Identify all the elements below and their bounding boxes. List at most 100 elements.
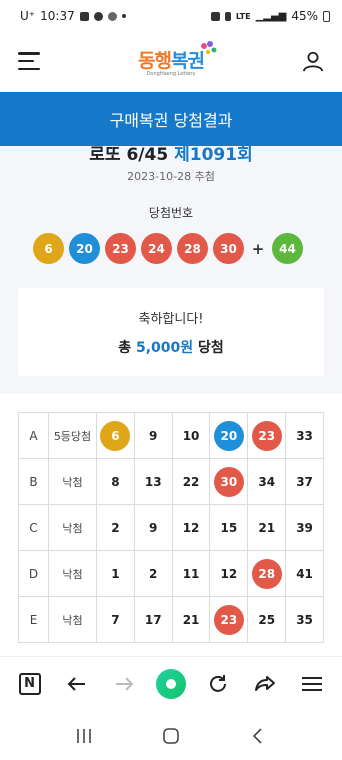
draw-date: 2023-10-28 추첨 bbox=[127, 170, 215, 183]
ticket-number-cell: 12 bbox=[209, 550, 249, 597]
ticket-number: 39 bbox=[296, 520, 313, 535]
ticket-number-cell: 9 bbox=[133, 504, 173, 551]
matched-number: 6 bbox=[100, 420, 131, 451]
ticket-number-cell: 10 bbox=[171, 412, 211, 459]
ticket-number: 2 bbox=[111, 520, 120, 535]
ticket-number: 13 bbox=[144, 474, 162, 489]
ticket-number-cell: 21 bbox=[171, 596, 211, 643]
forward-button[interactable] bbox=[109, 669, 139, 699]
alarm-icon bbox=[210, 11, 220, 21]
ticket-number: 22 bbox=[182, 474, 200, 489]
signal-icon: ▁▂▄▆ bbox=[255, 10, 287, 22]
back-button[interactable] bbox=[62, 669, 92, 699]
battery-icon bbox=[323, 10, 330, 22]
share-icon bbox=[255, 675, 276, 691]
ticket-number-cell: 2 bbox=[96, 504, 135, 551]
ticket-number-cell: 8 bbox=[96, 458, 135, 505]
logo-text-part1: 동행 bbox=[138, 49, 172, 72]
recent-apps-icon[interactable] bbox=[74, 726, 94, 746]
ticket-result: 낙첨 bbox=[48, 596, 97, 643]
ticket-number: 33 bbox=[296, 428, 313, 443]
ticket-table: A 5등당첨 6 9 10 20 23 33 B 낙첨 8 13 22 30 34 37 C 낙첨 2 9 12 15 21… bbox=[18, 412, 324, 643]
winning-ball: 23 bbox=[105, 233, 136, 264]
naver-button[interactable]: N bbox=[15, 669, 45, 699]
ticket-number-cell: 6 bbox=[96, 412, 135, 459]
ticket-result: 낙첨 bbox=[48, 458, 97, 505]
refresh-button[interactable] bbox=[203, 669, 233, 699]
ticket-row: C 낙첨 2 9 12 15 21 39 bbox=[18, 504, 324, 551]
facebook-notification-icon bbox=[93, 11, 103, 21]
winning-ball: 30 bbox=[213, 233, 244, 264]
logo-burst-icon bbox=[200, 40, 217, 54]
prize-prefix: 총 bbox=[118, 339, 136, 356]
ticket-number-cell: 1 bbox=[96, 550, 135, 597]
matched-number: 30 bbox=[213, 466, 244, 497]
more-menu-icon bbox=[302, 676, 323, 691]
ticket-number: 11 bbox=[182, 566, 200, 581]
menu-icon[interactable] bbox=[18, 52, 40, 70]
logo-subtitle: DongHaeng Lottery bbox=[146, 70, 196, 77]
ticket-number-cell: 30 bbox=[209, 458, 249, 505]
winning-numbers-label: 당첨번호 bbox=[148, 206, 194, 220]
ticket-number-cell: 25 bbox=[247, 596, 287, 643]
refresh-icon bbox=[210, 674, 227, 692]
ticket-number: 17 bbox=[144, 612, 162, 627]
browser-toolbar: N bbox=[0, 656, 342, 710]
ticket-number-cell: 23 bbox=[247, 412, 287, 459]
ticket-number: 1 bbox=[111, 566, 120, 581]
game-name: 로또 6/45 bbox=[89, 145, 169, 162]
ticket-number-cell: 37 bbox=[285, 458, 324, 505]
winning-ball: 28 bbox=[177, 233, 208, 264]
ticket-label: D bbox=[18, 550, 49, 597]
ticket-label: A bbox=[18, 412, 49, 459]
logo-text: 동행복권 bbox=[138, 46, 205, 73]
bluetooth-icon bbox=[224, 11, 231, 21]
congrats-message: 축하합니다! bbox=[138, 311, 204, 327]
matched-number: 23 bbox=[213, 604, 244, 635]
ticket-row: D 낙첨 1 2 11 12 28 41 bbox=[18, 550, 324, 597]
back-nav-icon[interactable] bbox=[248, 726, 268, 746]
ticket-result: 5등당첨 bbox=[48, 412, 97, 459]
bonus-ball: 44 bbox=[272, 233, 303, 264]
ticket-number-cell: 13 bbox=[133, 458, 173, 505]
ticket-result: 낙첨 bbox=[48, 504, 97, 551]
draw-round: 제1091회 bbox=[174, 145, 253, 162]
prize-card: 축하합니다! 총 5,000원 당첨 bbox=[18, 288, 324, 376]
home-nav-icon[interactable] bbox=[161, 726, 181, 746]
network-type: LTE bbox=[235, 11, 251, 21]
winning-ball: 6 bbox=[33, 233, 64, 264]
ticket-number-cell: 23 bbox=[209, 596, 249, 643]
app-notification-icon bbox=[107, 11, 117, 21]
site-logo[interactable]: 동행복권 DongHaeng Lottery bbox=[138, 40, 217, 77]
ticket-number-cell: 7 bbox=[96, 596, 135, 643]
ticket-number: 37 bbox=[296, 474, 313, 489]
ticket-number: 15 bbox=[220, 520, 238, 535]
ticket-number: 12 bbox=[220, 566, 238, 581]
carrier-label: U⁺ bbox=[20, 9, 36, 23]
ticket-number: 9 bbox=[149, 520, 158, 535]
ticket-number: 25 bbox=[258, 612, 276, 627]
more-menu-button[interactable] bbox=[297, 669, 327, 699]
home-button[interactable] bbox=[155, 668, 186, 699]
home-icon bbox=[155, 668, 186, 699]
clock: 10:37 bbox=[40, 9, 75, 23]
ticket-label: E bbox=[18, 596, 49, 643]
ticket-number-cell: 12 bbox=[171, 504, 211, 551]
share-button[interactable] bbox=[250, 669, 280, 699]
ticket-number: 21 bbox=[258, 520, 276, 535]
winning-ball: 20 bbox=[69, 233, 100, 264]
status-left: U⁺ 10:37 bbox=[20, 9, 126, 23]
ticket-row: A 5등당첨 6 9 10 20 23 33 bbox=[18, 412, 324, 459]
ticket-number-cell: 9 bbox=[133, 412, 173, 459]
page-title: 구매복권 당첨결과 bbox=[0, 92, 342, 146]
user-icon[interactable] bbox=[302, 50, 324, 72]
ticket-number-cell: 21 bbox=[247, 504, 287, 551]
ticket-number-cell: 22 bbox=[171, 458, 211, 505]
matched-number: 28 bbox=[251, 558, 282, 589]
more-notifications-icon bbox=[121, 14, 126, 18]
ticket-number: 2 bbox=[149, 566, 158, 581]
winning-ball: 24 bbox=[141, 233, 172, 264]
ticket-number-cell: 35 bbox=[285, 596, 324, 643]
ticket-row: B 낙첨 8 13 22 30 34 37 bbox=[18, 458, 324, 505]
battery-level: 45% bbox=[291, 9, 318, 23]
